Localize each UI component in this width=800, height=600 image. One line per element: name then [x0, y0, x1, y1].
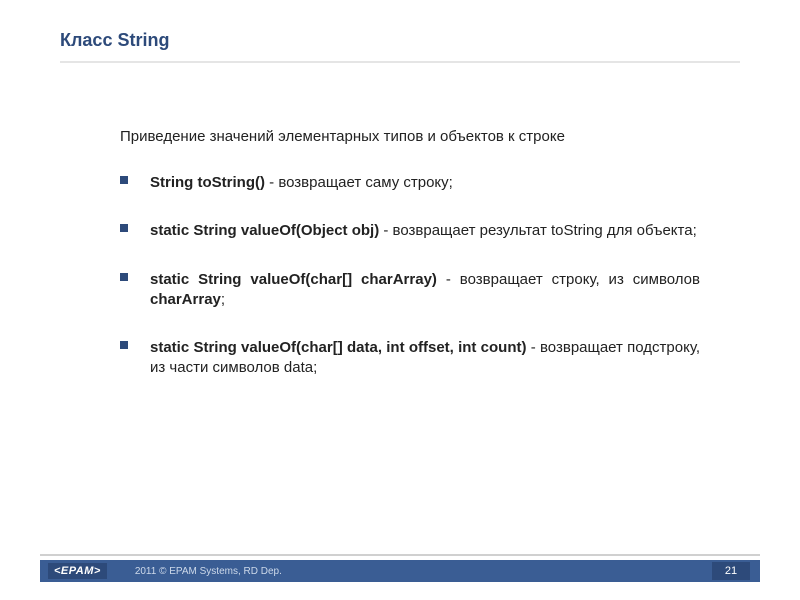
- list-item: String toString() - возвращает саму стро…: [120, 173, 700, 193]
- method-desc: - возвращает результат toString для объе…: [379, 222, 697, 239]
- intro-text: Приведение значений элементарных типов и…: [120, 128, 700, 145]
- param-name: charArray: [150, 291, 221, 308]
- list-item: static String valueOf(char[] charArray) …: [120, 270, 700, 311]
- logo: <EPAM>: [48, 563, 107, 579]
- method-signature: static String valueOf(Object obj): [150, 222, 379, 239]
- bullet-icon: [120, 224, 128, 232]
- slide-title: Класс String: [60, 30, 740, 51]
- list-item: static String valueOf(Object obj) - возв…: [120, 221, 700, 241]
- slide: Класс String Приведение значений элемент…: [0, 0, 800, 600]
- bullet-icon: [120, 341, 128, 349]
- bullet-list: String toString() - возвращает саму стро…: [120, 173, 700, 379]
- method-desc: - возвращает саму строку;: [265, 174, 453, 191]
- bullet-icon: [120, 176, 128, 184]
- method-desc-tail: ;: [221, 291, 225, 308]
- list-item: static String valueOf(char[] data, int o…: [120, 338, 700, 379]
- method-desc: - возвращает строку, из символов: [437, 271, 700, 288]
- footer-divider: [40, 554, 760, 556]
- divider: [60, 61, 740, 63]
- bullet-icon: [120, 273, 128, 281]
- method-signature: String toString(): [150, 174, 265, 191]
- page-number: 21: [712, 562, 750, 580]
- method-signature: static String valueOf(char[] charArray): [150, 271, 437, 288]
- footer: <EPAM> 2011 © EPAM Systems, RD Dep. 21: [0, 554, 800, 582]
- footer-bar: <EPAM> 2011 © EPAM Systems, RD Dep. 21: [40, 560, 760, 582]
- method-signature: static String valueOf(char[] data, int o…: [150, 339, 526, 356]
- copyright: 2011 © EPAM Systems, RD Dep.: [135, 566, 282, 577]
